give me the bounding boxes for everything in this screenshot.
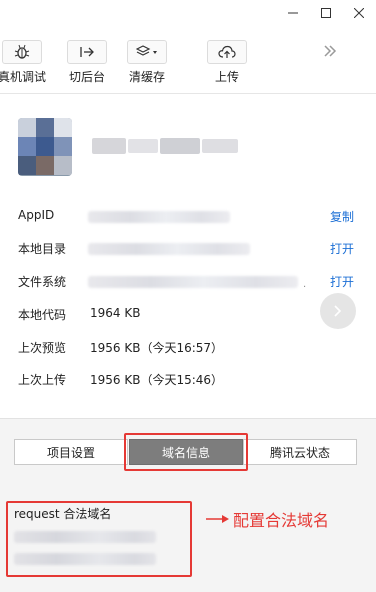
clear-cache-button[interactable]: 清缓存 — [117, 40, 177, 85]
double-chevron-right-icon[interactable] — [318, 44, 342, 64]
local-dir-label: 本地目录 — [18, 242, 67, 256]
last-preview-label: 上次预览 — [18, 341, 67, 355]
appid-row: AppID 复制 — [18, 208, 358, 228]
last-upload-label: 上次上传 — [18, 373, 67, 387]
configure-domain-annotation-text: 配置合法域名 — [233, 511, 330, 530]
local-code-value: 1964 KB — [90, 306, 141, 320]
appid-label: AppID — [18, 208, 55, 222]
layers-icon — [127, 40, 167, 64]
bug-icon — [2, 40, 42, 64]
file-system-label: 文件系统 — [18, 275, 67, 289]
project-avatar — [18, 118, 72, 176]
maximize-icon[interactable] — [311, 0, 341, 26]
open-local-dir-link[interactable]: 打开 — [330, 240, 354, 257]
arrow-right-icon — [206, 515, 229, 523]
avatar-pixel — [36, 156, 54, 175]
configure-domain-annotation: 配置合法域名 — [204, 507, 329, 531]
tab-project-settings[interactable]: 项目设置 — [14, 439, 128, 465]
local-code-label: 本地代码 — [18, 308, 67, 322]
close-icon[interactable] — [344, 0, 374, 26]
details-panel: 项目设置 域名信息 腾讯云状态 request 合法域名 配置合法域名 — [0, 418, 376, 592]
file-system-row: 文件系统 . 打开 — [18, 273, 358, 293]
avatar-pixel — [54, 137, 72, 156]
file-system-path-suffix: . — [303, 279, 307, 290]
avatar-pixel — [18, 156, 36, 175]
appid-value-obscured — [88, 211, 230, 223]
project-name-obscured — [92, 136, 240, 156]
minimize-icon[interactable] — [278, 0, 308, 26]
local-dir-value-obscured — [88, 243, 250, 255]
remote-debug-button[interactable]: 真机调试 — [0, 40, 52, 85]
upload-button[interactable]: 上传 — [197, 40, 257, 85]
avatar-pixel — [54, 156, 72, 175]
domain-tab-highlight — [124, 433, 248, 471]
toolbar: 真机调试 切后台 清缓存 上传 — [0, 26, 376, 94]
clear-cache-label: 清缓存 — [128, 70, 165, 84]
avatar-pixel — [54, 118, 72, 137]
title-bar — [0, 0, 376, 26]
switch-background-label: 切后台 — [68, 70, 105, 84]
avatar-pixel — [18, 137, 36, 156]
remote-debug-label: 真机调试 — [0, 70, 46, 84]
cloud-upload-icon — [207, 40, 247, 64]
local-dir-row: 本地目录 打开 — [18, 240, 358, 260]
switch-background-icon — [67, 40, 107, 64]
copy-appid-link[interactable]: 复制 — [330, 208, 354, 225]
request-domain-highlight — [6, 501, 192, 577]
last-upload-value: 1956 KB（今天15:46） — [90, 373, 224, 387]
last-preview-row: 上次预览 1956 KB（今天16:57） — [18, 339, 358, 359]
last-preview-value: 1956 KB（今天16:57） — [90, 341, 224, 355]
open-file-system-link[interactable]: 打开 — [330, 273, 354, 290]
last-upload-row: 上次上传 1956 KB（今天15:46） — [18, 371, 358, 391]
tab-tencent-cloud-status[interactable]: 腾讯云状态 — [243, 439, 357, 465]
upload-label: 上传 — [214, 70, 239, 84]
avatar-pixel — [36, 118, 54, 137]
local-code-row: 本地代码 1964 KB — [18, 306, 358, 326]
file-system-value-obscured — [88, 276, 298, 288]
avatar-pixel — [36, 137, 54, 156]
avatar-pixel — [18, 118, 36, 137]
switch-background-button[interactable]: 切后台 — [57, 40, 117, 85]
